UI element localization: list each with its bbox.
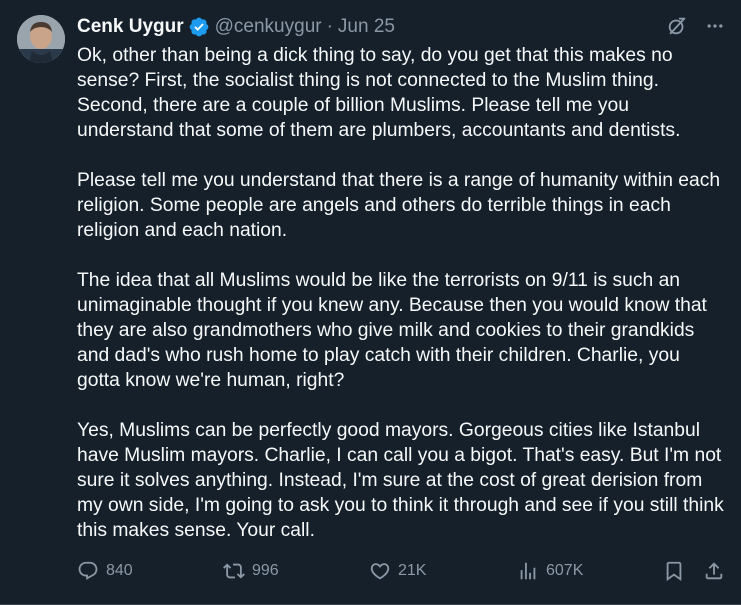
tweet[interactable]: Cenk Uygur @cenkuygur · Jun 25 Ok, other… xyxy=(0,0,741,605)
verified-badge-icon xyxy=(188,16,210,38)
like-button[interactable]: 21K xyxy=(369,560,426,582)
tweet-header: Cenk Uygur @cenkuygur · Jun 25 xyxy=(77,14,395,40)
views-button[interactable]: 607K xyxy=(517,560,583,582)
tweet-paragraph: Please tell me you understand that there… xyxy=(77,170,721,241)
reply-count: 840 xyxy=(106,562,133,579)
bookmark-icon xyxy=(663,560,685,582)
retweet-count: 996 xyxy=(252,562,279,579)
author-display-name[interactable]: Cenk Uygur xyxy=(77,16,184,38)
avatar[interactable] xyxy=(17,15,65,63)
retweet-button[interactable]: 996 xyxy=(223,560,279,582)
share-icon xyxy=(703,560,725,582)
views-chart-icon xyxy=(517,560,539,582)
reply-icon xyxy=(77,560,99,582)
tweet-top-actions xyxy=(665,14,727,38)
retweet-icon xyxy=(223,560,245,582)
bookmark-button[interactable] xyxy=(663,560,685,582)
tweet-action-bar: 840 996 21K 607K xyxy=(77,558,725,584)
tweet-paragraph: The idea that all Muslims would be like … xyxy=(77,270,707,391)
grok-icon[interactable] xyxy=(665,14,689,38)
reply-button[interactable]: 840 xyxy=(77,560,133,582)
tweet-paragraph: Yes, Muslims can be perfectly good mayor… xyxy=(77,420,724,541)
heart-icon xyxy=(369,560,391,582)
header-separator: · xyxy=(326,16,333,37)
more-icon[interactable] xyxy=(703,14,727,38)
tweet-date[interactable]: Jun 25 xyxy=(338,16,395,38)
tweet-text: Ok, other than being a dick thing to say… xyxy=(77,43,727,568)
views-count: 607K xyxy=(546,562,584,579)
like-count: 21K xyxy=(398,562,427,579)
tweet-paragraph: Ok, other than being a dick thing to say… xyxy=(77,45,681,141)
share-button[interactable] xyxy=(703,560,725,582)
author-handle[interactable]: @cenkuygur xyxy=(215,16,322,38)
